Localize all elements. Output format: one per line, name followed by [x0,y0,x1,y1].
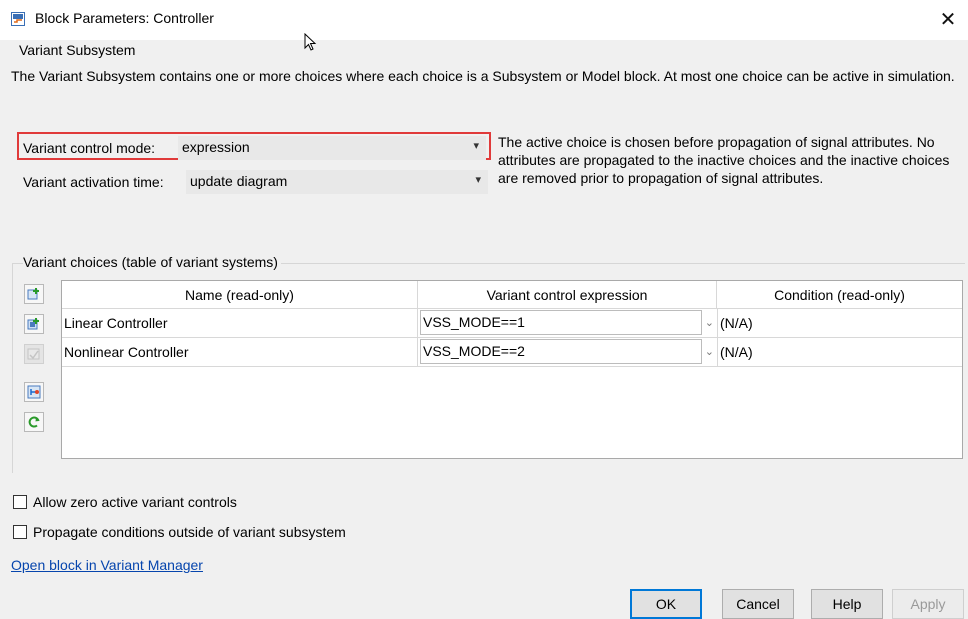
control-mode-help-text: The active choice is chosen before propa… [498,134,950,186]
choice-expression-cell: VSS_MODE==1 ⌄ [418,309,717,338]
chevron-down-icon[interactable]: ⌄ [705,338,714,366]
simulink-block-icon [11,12,25,26]
close-button[interactable]: ✕ [928,0,968,40]
expression-input[interactable]: VSS_MODE==2 [420,339,702,364]
choice-condition: (N/A) [717,338,962,367]
mouse-cursor-icon [304,32,318,56]
column-header-condition[interactable]: Condition (read-only) [717,281,962,309]
choice-name: Linear Controller [62,309,418,338]
activation-time-value: update diagram [190,173,288,189]
create-variant-button[interactable] [24,382,44,402]
create-variant-icon [27,385,41,399]
add-model-choice-button[interactable] [24,314,44,334]
help-button[interactable]: Help [811,589,883,619]
column-header-name[interactable]: Name (read-only) [62,281,418,309]
propagate-conditions-label: Propagate conditions outside of variant … [33,524,346,540]
allow-zero-checkbox[interactable] [13,495,27,509]
chevron-down-icon[interactable]: ⌄ [705,309,714,337]
add-model-choice-icon [27,318,39,330]
title-bar: Block Parameters: Controller ✕ [0,0,968,40]
propagate-option[interactable]: Propagate conditions outside of variant … [13,524,346,540]
activation-time-dropdown[interactable]: update diagram ▾ [186,170,488,194]
allow-zero-option[interactable]: Allow zero active variant controls [13,494,237,510]
chevron-down-icon: ▾ [473,140,479,152]
group-title: Variant Subsystem [19,42,136,58]
activation-time-label: Variant activation time: [23,174,164,190]
expression-input[interactable]: VSS_MODE==1 [420,310,702,335]
allow-zero-label: Allow zero active variant controls [33,494,237,510]
ok-button[interactable]: OK [630,589,702,619]
choice-expression-cell: VSS_MODE==2 ⌄ [418,338,717,367]
control-mode-label: Variant control mode: [23,140,156,156]
apply-button[interactable]: Apply [892,589,964,619]
open-variant-manager-link[interactable]: Open block in Variant Manager [11,557,203,573]
control-mode-dropdown[interactable]: expression ▾ [178,136,486,160]
add-subsystem-choice-icon [27,288,39,300]
edit-choice-button[interactable] [24,344,44,364]
cancel-button[interactable]: Cancel [722,589,794,619]
choices-table: Name (read-only) Variant control express… [61,280,963,459]
column-header-expression[interactable]: Variant control expression [418,281,717,309]
choices-group-label: Variant choices (table of variant system… [23,254,281,270]
edit-choice-icon [27,348,40,360]
choice-name: Nonlinear Controller [62,338,418,367]
group-description: The Variant Subsystem contains one or mo… [11,68,955,84]
chevron-down-icon: ▾ [475,174,481,186]
refresh-icon [28,416,40,428]
window-title: Block Parameters: Controller [35,10,214,26]
choice-condition: (N/A) [717,309,962,338]
add-subsystem-choice-button[interactable] [24,284,44,304]
control-mode-value: expression [182,139,250,155]
refresh-button[interactable] [24,412,44,432]
propagate-conditions-checkbox[interactable] [13,525,27,539]
